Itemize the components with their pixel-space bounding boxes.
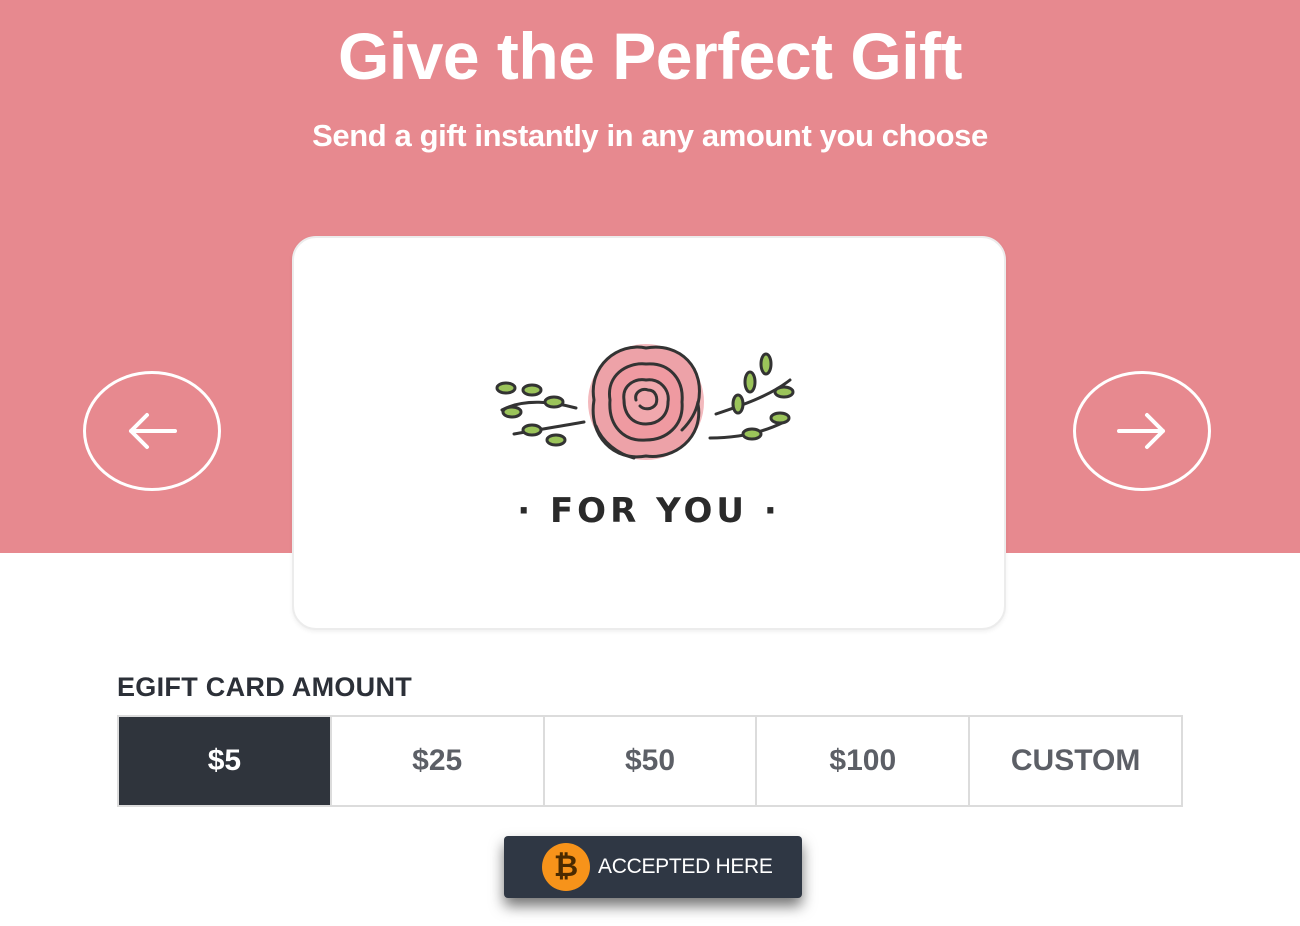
card-text: · FOR YOU ·: [517, 491, 781, 531]
arrow-left-icon: [129, 413, 177, 449]
amount-selector: $5 $25 $50 $100 CUSTOM: [117, 715, 1183, 807]
amount-option-50[interactable]: $50: [542, 717, 756, 805]
amount-option-25[interactable]: $25: [329, 717, 543, 805]
badge-text: ACCEPTED HERE: [598, 855, 773, 878]
gift-card-preview: · FOR YOU ·: [292, 236, 1006, 630]
amount-option-5[interactable]: $5: [119, 717, 330, 805]
right-leaves-icon: [708, 352, 795, 441]
amount-option-100[interactable]: $100: [755, 717, 969, 805]
carousel-next-button[interactable]: [1073, 371, 1211, 491]
amount-label: EGIFT CARD AMOUNT: [117, 672, 413, 702]
bitcoin-icon: ₿: [542, 843, 590, 891]
page-title: Give the Perfect Gift: [337, 19, 963, 93]
arrow-right-icon: [1117, 413, 1165, 449]
rose-flower-icon: [588, 344, 704, 460]
carousel-prev-button[interactable]: [83, 371, 221, 491]
bitcoin-accepted-badge: ₿ ACCEPTED HERE: [504, 836, 802, 898]
gift-card-illustration: · FOR YOU ·: [495, 344, 795, 531]
page-subtitle: Send a gift instantly in any amount you …: [312, 118, 988, 153]
amount-option-custom[interactable]: CUSTOM: [968, 717, 1181, 805]
left-leaves-icon: [495, 381, 586, 447]
